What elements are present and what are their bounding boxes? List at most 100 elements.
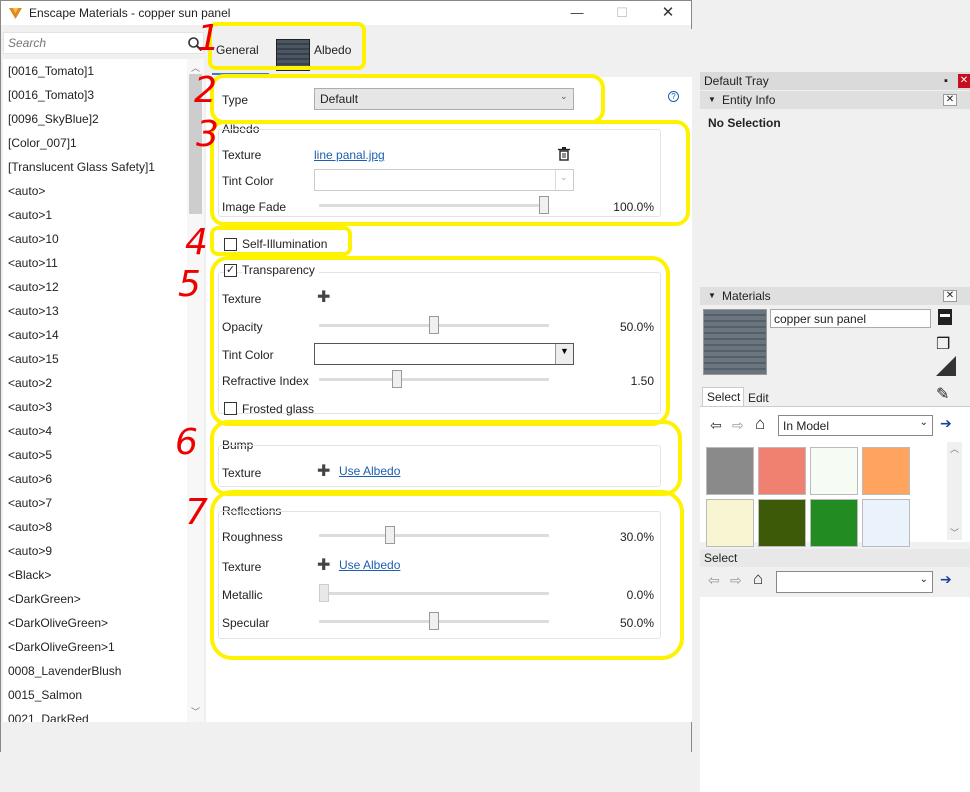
- help-icon[interactable]: ?: [668, 91, 679, 102]
- maximize-button[interactable]: ☐: [607, 4, 637, 22]
- list-item[interactable]: [Translucent Glass Safety]1: [8, 155, 155, 179]
- list-item[interactable]: <auto>9: [8, 539, 52, 563]
- search-box: [3, 32, 204, 54]
- list-item[interactable]: <auto>3: [8, 395, 52, 419]
- default-material-icon[interactable]: [936, 356, 956, 376]
- material-swatch[interactable]: [758, 447, 806, 495]
- material-preview: [703, 309, 767, 375]
- details-icon[interactable]: ➔: [940, 571, 952, 588]
- close-button[interactable]: ✕: [653, 4, 683, 22]
- eyedropper-icon[interactable]: ✎: [936, 384, 949, 404]
- annotation-number-7: 7: [185, 492, 208, 533]
- tray-header: Default Tray ▪ ✕: [700, 72, 970, 90]
- material-name-input[interactable]: copper sun panel: [770, 309, 931, 328]
- material-list: [0016_Tomato]1 [0016_Tomato]3 [0096_SkyBlu…: [3, 59, 187, 722]
- select-title: Select: [704, 551, 738, 565]
- collapse-icon[interactable]: ▼: [708, 91, 716, 109]
- display-secondary-icon[interactable]: ▬: [938, 309, 952, 325]
- annotation-box-5: [210, 256, 670, 426]
- list-item[interactable]: <auto>14: [8, 323, 59, 347]
- back-icon[interactable]: ⇦: [710, 417, 722, 434]
- materials-browser: ⇦ ⇨ ⌂ In Model ⌄ ➔ ︿ ﹀: [700, 406, 970, 547]
- list-item[interactable]: <auto>13: [8, 299, 59, 323]
- pin-icon[interactable]: ▪: [944, 72, 948, 90]
- material-swatch[interactable]: [706, 499, 754, 547]
- entity-status: No Selection: [708, 116, 781, 130]
- select-collection-dropdown[interactable]: ⌄: [776, 571, 933, 593]
- list-item[interactable]: [0096_SkyBlue]2: [8, 107, 99, 131]
- annotation-box-1: [208, 22, 366, 70]
- scroll-down-icon[interactable]: ﹀: [187, 705, 204, 718]
- chevron-down-icon: ⌄: [919, 417, 928, 428]
- material-name: copper sun panel: [774, 312, 867, 326]
- material-swatch[interactable]: [862, 499, 910, 547]
- annotation-box-3: [210, 120, 690, 226]
- entity-info-header[interactable]: ▼ Entity Info ✕: [700, 91, 970, 109]
- back-icon[interactable]: ⇦: [708, 572, 720, 589]
- entity-info-title: Entity Info: [722, 93, 776, 107]
- search-input[interactable]: [4, 33, 174, 53]
- collapse-icon[interactable]: ▼: [708, 287, 716, 305]
- list-item[interactable]: <auto>6: [8, 467, 52, 491]
- forward-icon[interactable]: ⇨: [730, 572, 742, 589]
- list-item[interactable]: [0016_Tomato]1: [8, 59, 94, 83]
- scroll-down-icon: ﹀: [949, 528, 959, 538]
- list-item[interactable]: <auto>8: [8, 515, 52, 539]
- list-item[interactable]: <auto>15: [8, 347, 59, 371]
- list-item[interactable]: <auto>10: [8, 227, 59, 251]
- swatch-scrollbar[interactable]: ︿ ﹀: [947, 442, 962, 540]
- annotation-box-4: [210, 226, 352, 256]
- materials-header[interactable]: ▼ Materials ✕: [700, 287, 970, 305]
- list-item[interactable]: <auto>5: [8, 443, 52, 467]
- annotation-number-1: 1: [197, 18, 220, 59]
- annotation-number-4: 4: [185, 222, 208, 263]
- list-item[interactable]: <auto>11: [8, 251, 58, 275]
- create-material-icon[interactable]: ❒: [936, 334, 950, 354]
- list-item[interactable]: <Black>: [8, 563, 51, 587]
- home-icon[interactable]: ⌂: [753, 569, 763, 589]
- annotation-number-5: 5: [178, 264, 201, 305]
- list-item[interactable]: <auto>7: [8, 491, 52, 515]
- collection-dropdown[interactable]: In Model ⌄: [778, 415, 933, 436]
- chevron-down-icon: ⌄: [919, 574, 928, 585]
- list-item[interactable]: <auto>4: [8, 419, 52, 443]
- material-swatch[interactable]: [862, 447, 910, 495]
- scroll-up-icon: ︿: [949, 444, 959, 454]
- window-footer: [1, 722, 691, 752]
- list-item[interactable]: <auto>1: [8, 203, 52, 227]
- tray-title: Default Tray: [704, 74, 769, 88]
- list-item[interactable]: 0015_Salmon: [8, 683, 82, 707]
- list-item[interactable]: <DarkOliveGreen>: [8, 611, 108, 635]
- list-item[interactable]: 0021_DarkRed: [8, 707, 89, 722]
- list-item[interactable]: <auto>12: [8, 275, 59, 299]
- list-item[interactable]: 0008_LavenderBlush: [8, 659, 121, 683]
- annotation-number-6: 6: [175, 422, 198, 463]
- enscape-logo-icon: [9, 8, 22, 19]
- tab-select[interactable]: Select: [702, 387, 744, 406]
- list-item[interactable]: <DarkOliveGreen>1: [8, 635, 115, 659]
- list-item[interactable]: [0016_Tomato]3: [8, 83, 94, 107]
- list-item[interactable]: <DarkGreen>: [8, 587, 81, 611]
- list-item[interactable]: <auto>2: [8, 371, 52, 395]
- select-header: Select: [700, 549, 970, 567]
- material-swatch[interactable]: [758, 499, 806, 547]
- material-list-scrollbar[interactable]: ︿ ﹀: [187, 59, 204, 722]
- material-swatch[interactable]: [810, 447, 858, 495]
- minimize-button[interactable]: —: [562, 4, 592, 22]
- annotation-number-3: 3: [196, 114, 219, 155]
- default-tray: Default Tray ▪ ✕ ▼ Entity Info ✕ No Sele…: [700, 72, 970, 792]
- home-icon[interactable]: ⌂: [755, 414, 765, 434]
- annotation-box-6: [210, 420, 682, 496]
- annotation-number-2: 2: [194, 70, 217, 111]
- material-swatch[interactable]: [810, 499, 858, 547]
- tray-close-icon[interactable]: ✕: [958, 74, 970, 88]
- details-icon[interactable]: ➔: [940, 415, 952, 432]
- entity-close-icon[interactable]: ✕: [943, 94, 957, 106]
- tab-edit[interactable]: Edit: [748, 391, 769, 405]
- materials-title: Materials: [722, 289, 771, 303]
- material-swatch[interactable]: [706, 447, 754, 495]
- list-item[interactable]: [Color_007]1: [8, 131, 77, 155]
- list-item[interactable]: <auto>: [8, 179, 45, 203]
- forward-icon[interactable]: ⇨: [732, 417, 744, 434]
- materials-close-icon[interactable]: ✕: [943, 290, 957, 302]
